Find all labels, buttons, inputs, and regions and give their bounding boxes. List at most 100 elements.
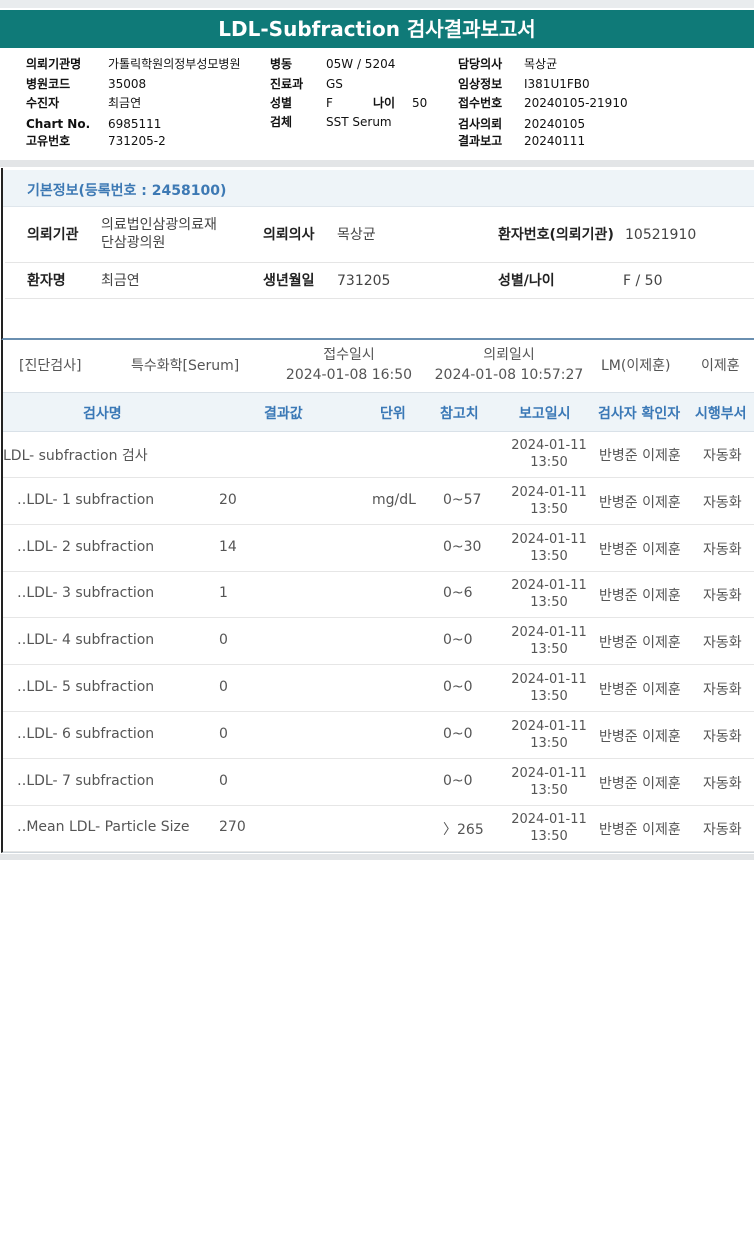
field-label-hospital-code: 병원코드 bbox=[26, 77, 71, 91]
cell-dept: 자동화 bbox=[703, 635, 742, 652]
field-value-hospital-code: 35008 bbox=[108, 77, 147, 91]
report-date: 2024-01-11 bbox=[511, 438, 587, 453]
table-row: ‥LDL- 6 subfraction 0 0~0 반병준 이제훈 자동화 2024-01… bbox=[3, 712, 754, 759]
cell-reference-range: 0~0 bbox=[443, 725, 473, 742]
label-requesting-institution: 의뢰기관 bbox=[27, 227, 79, 243]
basic-info-title: 기본정보(등록번호 : 2458100) bbox=[27, 183, 227, 199]
field-label-unique-no: 고유번호 bbox=[26, 134, 71, 148]
table-row: ‥LDL- 3 subfraction 1 0~6 반병준 이제훈 자동화 2024-01… bbox=[3, 571, 754, 619]
cell-reference-range: 〉265 bbox=[443, 822, 484, 839]
cell-report-time: 2024-01-11 13:50 bbox=[509, 718, 589, 752]
report-date: 2024-01-11 bbox=[511, 765, 587, 781]
field-label-receipt-no: 접수번호 bbox=[458, 96, 503, 110]
cell-result-value: 0 bbox=[219, 725, 228, 742]
cell-report-time: 2024-01-11 13:50 bbox=[509, 811, 589, 845]
field-label-patient: 수진자 bbox=[26, 96, 60, 110]
results-panel: [진단검사] 특수화학[Serum] 접수일시 2024-01-08 16:50… bbox=[1, 340, 754, 853]
report-time: 13:50 bbox=[530, 595, 568, 611]
cell-dept: 자동화 bbox=[703, 728, 742, 745]
field-value-attending: 목상균 bbox=[524, 57, 558, 71]
cell-checker: 반병준 이제훈 bbox=[599, 635, 681, 652]
field-value-receipt-no: 20240105-21910 bbox=[524, 96, 628, 110]
header-unit: 단위 bbox=[380, 406, 406, 422]
field-value-ward: 05W / 5204 bbox=[326, 57, 396, 71]
cell-reference-range: 0~6 bbox=[443, 585, 473, 602]
cell-test-name: ‥LDL- 1 subfraction bbox=[17, 491, 155, 508]
field-label-institution: 의뢰기관명 bbox=[26, 57, 82, 71]
field-label-specimen: 검체 bbox=[270, 115, 293, 129]
value-birthdate: 731205 bbox=[337, 273, 391, 289]
table-header: 검사명 결과값 단위 참고치 보고일시 검사자 확인자 시행부서 bbox=[3, 392, 754, 432]
value-requesting-institution: 의료법인삼광의료재 단삼광의원 bbox=[101, 217, 217, 251]
field-label-request-date: 검사의뢰 bbox=[458, 117, 503, 131]
report-date: 2024-01-11 bbox=[511, 812, 587, 828]
cell-test-name: LDL- subfraction 검사 bbox=[3, 448, 148, 464]
field-label-result-date: 결과보고 bbox=[458, 134, 503, 148]
cell-dept: 자동화 bbox=[703, 448, 742, 464]
field-value-patient: 최금연 bbox=[108, 96, 142, 110]
cell-test-name: ‥Mean LDL- Particle Size bbox=[17, 819, 190, 836]
field-value-clinical-info: I381U1FB0 bbox=[524, 77, 590, 91]
cell-checker: 반병준 이제훈 bbox=[599, 728, 681, 745]
cell-result-value: 0 bbox=[219, 679, 228, 695]
report-date: 2024-01-11 bbox=[511, 718, 587, 734]
cell-report-time: 2024-01-11 13:50 bbox=[509, 484, 589, 518]
received-label: 접수일시 bbox=[323, 347, 375, 363]
label-birthdate: 생년월일 bbox=[263, 273, 315, 289]
label-patient-number: 환자번호(의뢰기관) bbox=[498, 227, 614, 243]
cell-result-value: 1 bbox=[219, 585, 228, 602]
report-date: 2024-01-11 bbox=[511, 531, 587, 547]
cell-test-name: ‥LDL- 4 subfraction bbox=[17, 632, 155, 649]
cell-report-time: 2024-01-11 13:50 bbox=[509, 624, 589, 658]
report-date: 2024-01-11 bbox=[511, 578, 587, 594]
label-sex-age: 성별/나이 bbox=[498, 273, 555, 289]
cell-dept: 자동화 bbox=[703, 822, 742, 839]
cell-test-name: ‥LDL- 5 subfraction bbox=[17, 679, 155, 695]
table-row: ‥LDL- 5 subfraction 0 0~0 반병준 이제훈 자동화 2024-01… bbox=[3, 665, 754, 712]
cell-dept: 자동화 bbox=[703, 541, 742, 558]
report-date: 2024-01-11 bbox=[511, 484, 587, 500]
order-department: 특수화학[Serum] bbox=[131, 358, 240, 374]
cell-test-name: ‥LDL- 3 subfraction bbox=[17, 585, 155, 602]
value-requesting-doctor: 목상균 bbox=[337, 227, 376, 243]
requested-datetime: 2024-01-08 10:57:27 bbox=[434, 367, 584, 383]
report-time: 13:50 bbox=[530, 829, 568, 845]
label-patient-name: 환자명 bbox=[27, 273, 66, 289]
basic-info-card: 기본정보(등록번호 : 2458100) 의뢰기관 의료법인삼광의료재 단삼광의… bbox=[1, 168, 754, 340]
cell-test-name: ‥LDL- 2 subfraction bbox=[17, 538, 155, 555]
report-time: 13:50 bbox=[530, 548, 568, 564]
cell-result-value: 0 bbox=[219, 632, 228, 649]
order-category: [진단검사] bbox=[19, 358, 82, 374]
table-row: ‥LDL- 2 subfraction 14 0~30 반병준 이제훈 자동화 2024-… bbox=[3, 525, 754, 572]
value-patient-number: 10521910 bbox=[625, 227, 697, 243]
cell-reference-range: 0~0 bbox=[443, 632, 473, 649]
table-row: ‥LDL- 1 subfraction 20 mg/dL 0~57 반병준 이제훈 자동화… bbox=[3, 478, 754, 525]
report-time: 13:50 bbox=[530, 501, 568, 517]
cell-reference-range: 0~0 bbox=[443, 772, 473, 789]
cell-checker: 반병준 이제훈 bbox=[599, 541, 681, 558]
cell-checker: 반병준 이제훈 bbox=[599, 448, 681, 464]
cell-result-unit: mg/dL bbox=[372, 491, 416, 508]
cell-report-time: 2024-01-11 13:50 bbox=[509, 531, 589, 565]
table-row: LDL- subfraction 검사 반병준 이제훈 자동화 2024-01-11 1… bbox=[3, 431, 754, 478]
header-checker: 검사자 확인자 bbox=[598, 406, 681, 422]
header-dept: 시행부서 bbox=[695, 406, 747, 422]
value-patient-name: 최금연 bbox=[101, 273, 140, 289]
cell-reference-range: 0~0 bbox=[443, 679, 473, 695]
cell-checker: 반병준 이제훈 bbox=[599, 822, 681, 839]
field-value-unique-no: 731205-2 bbox=[108, 134, 166, 148]
table-row: ‥LDL- 4 subfraction 0 0~0 반병준 이제훈 자동화 2024-01… bbox=[3, 618, 754, 666]
cell-dept: 자동화 bbox=[703, 494, 742, 511]
cell-checker: 반병준 이제훈 bbox=[599, 775, 681, 792]
order-doctor: 이제훈 bbox=[701, 358, 740, 374]
field-value-age: 50 bbox=[412, 96, 428, 110]
cell-test-name: ‥LDL- 6 subfraction bbox=[17, 725, 155, 742]
field-value-request-date: 20240105 bbox=[524, 117, 586, 131]
value-sex-age: F / 50 bbox=[623, 273, 663, 289]
cell-result-value: 0 bbox=[219, 772, 228, 789]
cell-report-time: 2024-01-11 13:50 bbox=[509, 765, 589, 799]
field-value-specimen: SST Serum bbox=[326, 115, 392, 129]
requested-label: 의뢰일시 bbox=[483, 347, 535, 363]
basic-info-header: 기본정보(등록번호 : 2458100) bbox=[3, 170, 754, 207]
cell-reference-range: 0~30 bbox=[443, 538, 482, 555]
